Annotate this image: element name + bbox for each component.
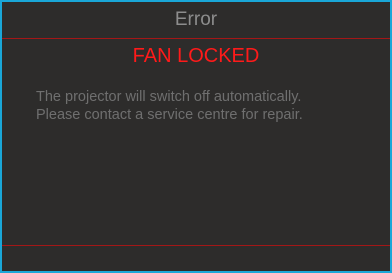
dialog-title: Error: [2, 2, 390, 39]
message-line-2: Please contact a service centre for repa…: [36, 107, 303, 123]
error-headline: FAN LOCKED: [132, 45, 260, 67]
error-message: The projector will switch off automatica…: [36, 88, 376, 124]
footer-divider: [2, 245, 390, 246]
message-line-1: The projector will switch off automatica…: [36, 89, 302, 105]
error-dialog: Error FAN LOCKED The projector will swit…: [0, 0, 392, 273]
